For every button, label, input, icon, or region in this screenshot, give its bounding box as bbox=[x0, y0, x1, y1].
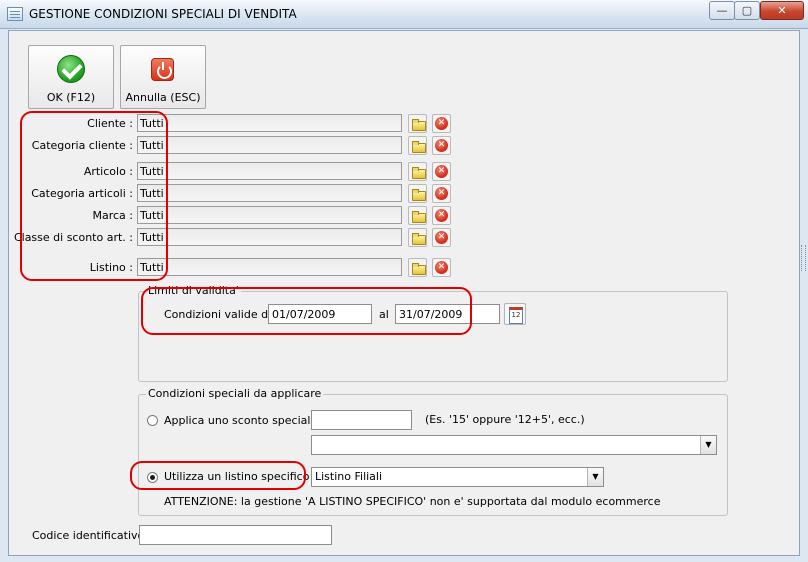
filter-input-listino[interactable] bbox=[137, 258, 402, 276]
highlight-filters bbox=[20, 111, 168, 281]
radio-discount[interactable] bbox=[147, 415, 158, 426]
cancel-button-label: Annulla (ESC) bbox=[125, 91, 201, 104]
discount-combo[interactable]: ▼ bbox=[311, 435, 717, 455]
folder-icon[interactable] bbox=[408, 206, 427, 225]
filter-input-cliente[interactable] bbox=[137, 114, 402, 132]
clear-icon[interactable] bbox=[432, 206, 451, 225]
filter-input-articolo[interactable] bbox=[137, 162, 402, 180]
discount-hint: (Es. '15' oppure '12+5', ecc.) bbox=[425, 413, 585, 426]
chevron-down-icon[interactable]: ▼ bbox=[587, 468, 603, 486]
folder-icon[interactable] bbox=[408, 258, 427, 277]
discount-input[interactable] bbox=[311, 410, 412, 430]
chevron-down-icon[interactable]: ▼ bbox=[700, 436, 716, 454]
identifier-label: Codice identificativo : bbox=[32, 529, 152, 542]
folder-icon[interactable] bbox=[408, 184, 427, 203]
highlight-validity bbox=[141, 287, 472, 335]
pricelist-combo[interactable]: Listino Filiali ▼ bbox=[311, 467, 604, 487]
radio-discount-label: Applica uno sconto speciale bbox=[164, 414, 318, 427]
folder-icon[interactable] bbox=[408, 114, 427, 133]
calendar-icon[interactable] bbox=[504, 303, 526, 325]
check-icon bbox=[57, 55, 85, 83]
clear-icon[interactable] bbox=[432, 228, 451, 247]
pricelist-combo-value: Listino Filiali bbox=[315, 470, 383, 483]
ecommerce-warning: ATTENZIONE: la gestione 'A LISTINO SPECI… bbox=[164, 495, 661, 508]
ok-button[interactable]: OK (F12) bbox=[28, 45, 114, 109]
minimize-button[interactable]: — bbox=[709, 1, 735, 20]
ok-button-label: OK (F12) bbox=[46, 91, 96, 104]
close-window-button[interactable]: ✕ bbox=[760, 1, 804, 20]
cancel-button[interactable]: Annulla (ESC) bbox=[120, 45, 206, 109]
clear-icon[interactable] bbox=[432, 136, 451, 155]
folder-icon[interactable] bbox=[408, 136, 427, 155]
power-icon bbox=[151, 58, 174, 81]
conditions-group-title: Condizioni speciali da applicare bbox=[146, 387, 324, 400]
title-bar[interactable]: GESTIONE CONDIZIONI SPECIALI DI VENDITA … bbox=[0, 0, 808, 29]
window-title: GESTIONE CONDIZIONI SPECIALI DI VENDITA bbox=[29, 7, 297, 21]
clear-icon[interactable] bbox=[432, 114, 451, 133]
app-icon bbox=[7, 7, 23, 21]
folder-icon[interactable] bbox=[408, 162, 427, 181]
clear-icon[interactable] bbox=[432, 184, 451, 203]
resize-grip[interactable] bbox=[801, 245, 806, 271]
filter-input-categoria-cliente[interactable] bbox=[137, 136, 402, 154]
maximize-button[interactable]: ▢ bbox=[734, 1, 760, 20]
filter-input-categoria-articoli[interactable] bbox=[137, 184, 402, 202]
highlight-pricelist-option bbox=[130, 461, 306, 490]
filter-input-marca[interactable] bbox=[137, 206, 402, 224]
filter-input-classe-sconto[interactable] bbox=[137, 228, 402, 246]
folder-icon[interactable] bbox=[408, 228, 427, 247]
identifier-input[interactable] bbox=[139, 525, 332, 545]
clear-icon[interactable] bbox=[432, 258, 451, 277]
clear-icon[interactable] bbox=[432, 162, 451, 181]
